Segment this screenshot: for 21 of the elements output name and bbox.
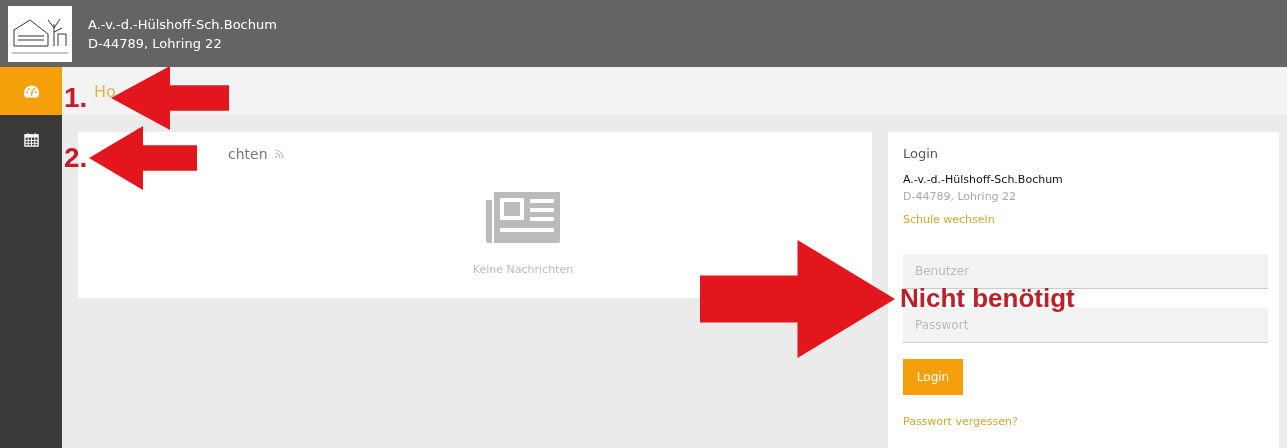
dashboard-icon (22, 83, 40, 99)
input-field[interactable]: Benutzer (903, 254, 1268, 289)
arrow-icon (700, 240, 895, 358)
school-name: A.-v.-d.-Hülshoff-Sch.Bochum (903, 173, 1063, 186)
newspaper-icon (484, 190, 562, 245)
arrow-icon (89, 126, 198, 190)
school-logo-drawing (8, 5, 72, 62)
login-button[interactable]: Login (903, 359, 963, 395)
panel-title: Login (903, 146, 939, 161)
calendar-icon (22, 131, 40, 147)
school-address: D-44789, Lohring 22 (903, 190, 1017, 203)
school-name: A.-v.-d.-Hülshoff-Sch.Bochum (88, 15, 277, 34)
breadcrumb-link[interactable]: Ho (94, 81, 116, 101)
annotation-label: 2. (64, 144, 88, 172)
empty-message: Keine Nachrichten (472, 263, 574, 276)
annotation-label: 1. (64, 84, 88, 112)
school-address: D-44789, Lohring 22 (88, 34, 223, 53)
rss-icon[interactable] (273, 149, 284, 159)
forgot-password-link[interactable]: Passwort vergessen? (903, 415, 1018, 428)
change-school-link[interactable]: Schule wechseln (903, 213, 995, 226)
panel-title: chten (228, 146, 268, 162)
